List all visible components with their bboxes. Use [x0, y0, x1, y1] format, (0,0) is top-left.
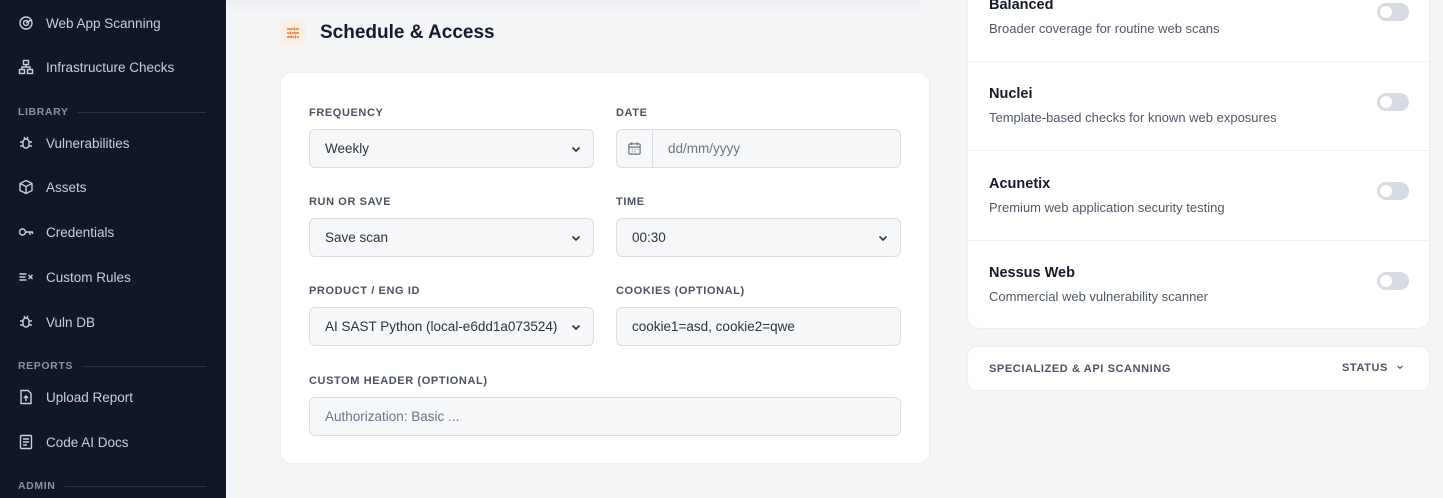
scanner-row-nessus-web: Nessus Web Commercial web vulnerability …	[968, 241, 1431, 329]
cookies-label: COOKIES (OPTIONAL)	[616, 285, 745, 297]
scanner-name: Balanced	[989, 0, 1054, 13]
time-label: TIME	[616, 196, 645, 208]
date-label: DATE	[616, 107, 648, 119]
key-icon	[18, 224, 34, 240]
schedule-header: Schedule & Access	[280, 20, 495, 46]
sidebar-item-label: Infrastructure Checks	[46, 59, 175, 75]
sidebar-item-custom-rules[interactable]: Custom Rules	[18, 265, 131, 289]
schedule-card: FREQUENCY Weekly DATE dd/mm/yyyy RUN OR …	[280, 72, 930, 464]
sidebar-item-label: Assets	[46, 179, 87, 195]
scanner-row-acunetix: Acunetix Premium web application securit…	[968, 151, 1431, 241]
sidebar-item-label: Web App Scanning	[46, 15, 161, 31]
product-label: PRODUCT / ENG ID	[309, 285, 421, 297]
sidebar-item-label: Upload Report	[46, 389, 134, 405]
frequency-select[interactable]: Weekly	[309, 129, 594, 168]
sidebar-item-assets[interactable]: Assets	[18, 175, 87, 199]
scanner-toggle-balanced[interactable]	[1377, 3, 1409, 21]
sidebar-item-label: Vulnerabilities	[46, 135, 130, 151]
scanner-list: Balanced Broader coverage for routine we…	[967, 0, 1431, 329]
chevron-down-icon	[1396, 362, 1404, 374]
radar-icon	[18, 15, 34, 31]
chevron-down-icon	[559, 232, 593, 244]
calendar-icon	[617, 130, 653, 167]
sidebar-item-credentials[interactable]: Credentials	[18, 220, 114, 244]
rules-icon	[18, 269, 34, 285]
section-label-reports: REPORTS	[18, 360, 206, 372]
sidebar: Web App Scanning Infrastructure Checks L…	[0, 0, 226, 498]
sidebar-item-vuln-db[interactable]: Vuln DB	[18, 310, 95, 334]
product-select[interactable]: AI SAST Python (local-e6dd1a073524)	[309, 307, 594, 346]
sidebar-item-code-ai-docs[interactable]: Code AI Docs	[18, 430, 129, 454]
section-label-library: LIBRARY	[18, 106, 206, 118]
scanner-name: Acunetix	[989, 176, 1051, 192]
sidebar-item-label: Code AI Docs	[46, 434, 129, 450]
scanner-desc: Broader coverage for routine web scans	[989, 21, 1220, 36]
api-scanning-section[interactable]: SPECIALIZED & API SCANNING STATUS	[967, 346, 1430, 391]
document-icon	[18, 434, 34, 450]
api-scanning-title: SPECIALIZED & API SCANNING	[989, 363, 1172, 375]
sliders-icon	[280, 20, 306, 46]
network-icon	[18, 59, 34, 75]
scanner-desc: Template-based checks for known web expo…	[989, 110, 1277, 125]
scanner-toggle-nuclei[interactable]	[1377, 93, 1409, 111]
scanner-row-balanced: Balanced Broader coverage for routine we…	[968, 0, 1431, 62]
top-card-edge	[226, 0, 920, 14]
run-or-save-select[interactable]: Save scan	[309, 218, 594, 257]
date-input[interactable]: dd/mm/yyyy	[616, 129, 901, 168]
scanner-toggle-nessus-web[interactable]	[1377, 272, 1409, 290]
bug-icon	[18, 135, 34, 151]
sidebar-item-infrastructure-checks[interactable]: Infrastructure Checks	[18, 55, 174, 79]
cube-icon	[18, 179, 34, 195]
custom-header-label: CUSTOM HEADER (OPTIONAL)	[309, 375, 488, 387]
sidebar-item-label: Custom Rules	[46, 269, 131, 285]
run-or-save-label: RUN OR SAVE	[309, 196, 392, 208]
bug-icon	[18, 314, 34, 330]
scanner-desc: Premium web application security testing	[989, 200, 1225, 215]
sidebar-item-vulnerabilities[interactable]: Vulnerabilities	[18, 131, 130, 155]
file-upload-icon	[18, 389, 34, 405]
scanner-row-nuclei: Nuclei Template-based checks for known w…	[968, 62, 1431, 151]
status-sort[interactable]: STATUS	[1342, 362, 1404, 374]
sidebar-item-upload-report[interactable]: Upload Report	[18, 385, 133, 409]
sidebar-item-label: Vuln DB	[46, 314, 96, 330]
custom-header-input[interactable]: Authorization: Basic ...	[309, 397, 901, 436]
frequency-label: FREQUENCY	[309, 107, 384, 119]
chevron-down-icon	[559, 143, 593, 155]
page-title: Schedule & Access	[320, 22, 495, 43]
section-label-admin: ADMIN	[18, 480, 206, 492]
chevron-down-icon	[559, 321, 593, 333]
scanner-toggle-acunetix[interactable]	[1377, 182, 1409, 200]
scanner-name: Nuclei	[989, 86, 1033, 102]
scanner-name: Nessus Web	[989, 265, 1075, 281]
scanner-desc: Commercial web vulnerability scanner	[989, 289, 1208, 304]
sidebar-item-label: Credentials	[46, 224, 115, 240]
chevron-down-icon	[866, 232, 900, 244]
sidebar-item-web-app-scanning[interactable]: Web App Scanning	[18, 11, 161, 35]
cookies-input[interactable]: cookie1=asd, cookie2=qwe	[616, 307, 901, 346]
time-select[interactable]: 00:30	[616, 218, 901, 257]
